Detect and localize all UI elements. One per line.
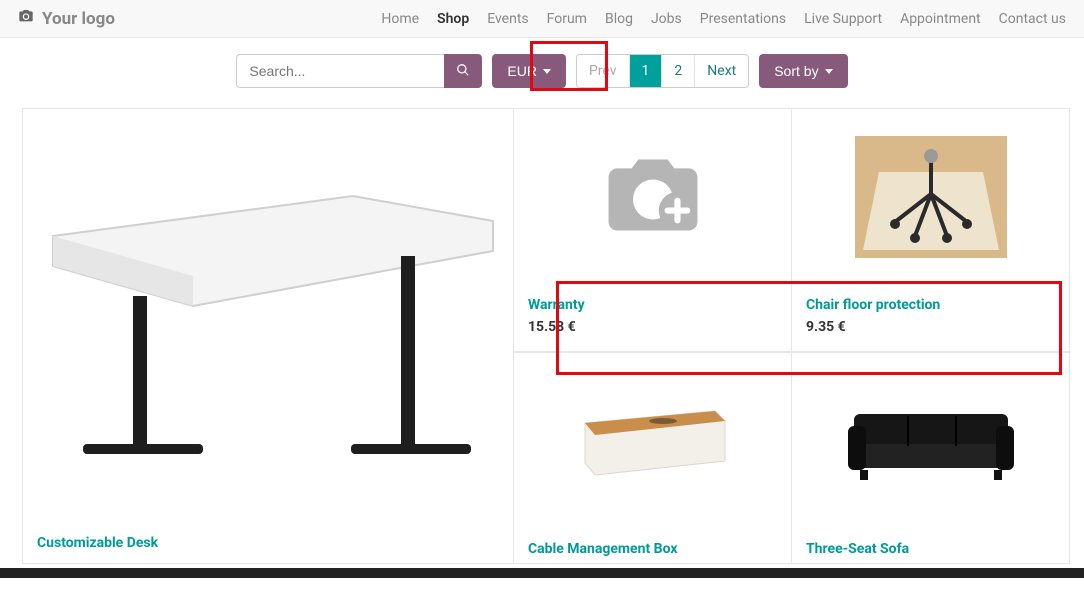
app-header: Your logo Home Shop Events Forum Blog Jo…	[0, 0, 1084, 38]
pagination: Prev 1 2 Next	[576, 54, 749, 88]
sort-label: Sort by	[774, 63, 818, 79]
search-button[interactable]	[444, 54, 482, 88]
product-image	[792, 353, 1069, 529]
product-info: Chair floor protection 9.35 €	[792, 285, 1069, 351]
product-image	[514, 353, 791, 529]
product-info: Cable Management Box	[514, 529, 791, 557]
logo-text: Your logo	[42, 9, 115, 29]
product-title: Cable Management Box	[528, 541, 777, 557]
product-info: Three-Seat Sofa	[792, 529, 1069, 557]
nav-presentations[interactable]: Presentations	[700, 11, 786, 27]
search-icon	[456, 63, 470, 80]
product-image	[792, 109, 1069, 285]
product-title: Warranty	[528, 297, 777, 313]
currency-label: EUR	[507, 63, 537, 79]
product-image	[514, 109, 791, 285]
product-grid: Customizable Desk Warranty 15.58 €	[0, 108, 1084, 564]
search	[236, 54, 482, 88]
product-price: 15.58 €	[528, 319, 777, 335]
page-next[interactable]: Next	[695, 55, 748, 87]
chair-mat-image	[855, 136, 1007, 258]
product-info: Customizable Desk	[23, 523, 513, 551]
chevron-down-icon	[825, 69, 833, 74]
chevron-down-icon	[543, 69, 551, 74]
main-nav: Home Shop Events Forum Blog Jobs Present…	[381, 11, 1066, 27]
product-card-cable-management-box[interactable]: Cable Management Box	[514, 352, 792, 564]
nav-shop[interactable]: Shop	[437, 11, 469, 27]
camera-icon	[18, 8, 34, 29]
currency-dropdown[interactable]: EUR	[492, 54, 566, 88]
page-prev[interactable]: Prev	[577, 55, 630, 87]
product-card-customizable-desk[interactable]: Customizable Desk	[22, 108, 514, 564]
product-title: Customizable Desk	[37, 535, 499, 551]
desk-image	[23, 156, 513, 476]
product-title: Three-Seat Sofa	[806, 541, 1055, 557]
page-2[interactable]: 2	[662, 55, 695, 87]
sofa-image	[846, 396, 1016, 486]
sort-dropdown[interactable]: Sort by	[759, 54, 847, 88]
page-1[interactable]: 1	[630, 55, 663, 87]
product-info: Warranty 15.58 €	[514, 285, 791, 351]
nav-forum[interactable]: Forum	[547, 11, 587, 27]
nav-blog[interactable]: Blog	[605, 11, 633, 27]
product-title: Chair floor protection	[806, 297, 1055, 313]
shop-toolbar: EUR Prev 1 2 Next Sort by	[0, 38, 1084, 108]
product-card-warranty[interactable]: Warranty 15.58 €	[514, 108, 792, 352]
camera-placeholder-icon	[598, 155, 708, 239]
nav-contact-us[interactable]: Contact us	[999, 11, 1066, 27]
product-image	[23, 109, 513, 523]
nav-live-support[interactable]: Live Support	[804, 11, 882, 27]
row-1: Warranty 15.58 €	[514, 108, 1070, 352]
nav-appointment[interactable]: Appointment	[900, 11, 981, 27]
taskbar-sliver	[0, 568, 1084, 578]
side-column: Warranty 15.58 €	[514, 108, 1070, 564]
product-price: 9.35 €	[806, 319, 1055, 335]
product-card-three-seat-sofa[interactable]: Three-Seat Sofa	[792, 352, 1070, 564]
product-card-chair-floor-protection[interactable]: Chair floor protection 9.35 €	[792, 108, 1070, 352]
row-2: Cable Management Box	[514, 352, 1070, 564]
cable-box-image	[575, 401, 730, 481]
logo[interactable]: Your logo	[18, 8, 115, 29]
nav-jobs[interactable]: Jobs	[651, 11, 682, 27]
search-input[interactable]	[236, 54, 444, 88]
nav-events[interactable]: Events	[487, 11, 528, 27]
nav-home[interactable]: Home	[381, 11, 419, 27]
